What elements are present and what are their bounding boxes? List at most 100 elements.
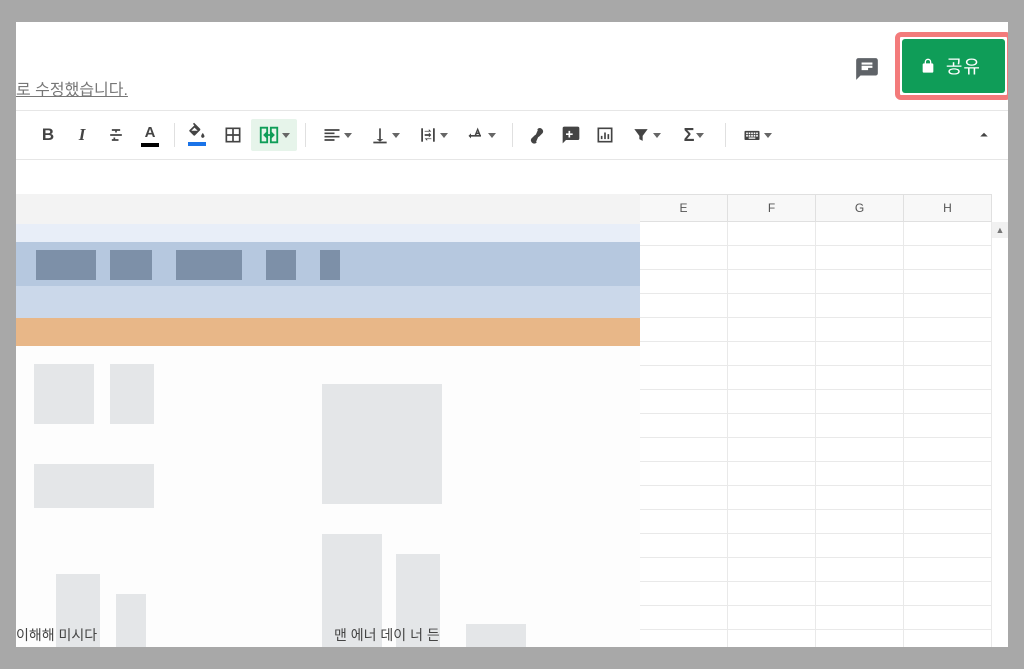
cell[interactable] bbox=[640, 414, 728, 438]
cell[interactable] bbox=[728, 438, 816, 462]
input-tools-button[interactable] bbox=[734, 119, 780, 151]
column-header[interactable]: G bbox=[816, 194, 904, 222]
cell[interactable] bbox=[728, 222, 816, 246]
cell[interactable] bbox=[728, 318, 816, 342]
cell[interactable] bbox=[728, 558, 816, 582]
insert-chart-button[interactable] bbox=[589, 119, 621, 151]
collapse-toolbar-button[interactable] bbox=[968, 111, 1000, 159]
cell[interactable] bbox=[728, 270, 816, 294]
share-button[interactable]: 공유 bbox=[902, 39, 1005, 93]
functions-button[interactable]: Σ bbox=[671, 119, 717, 151]
cell[interactable] bbox=[640, 294, 728, 318]
cell[interactable] bbox=[816, 438, 904, 462]
cell[interactable] bbox=[816, 390, 904, 414]
cell[interactable] bbox=[640, 582, 728, 606]
cell[interactable] bbox=[640, 558, 728, 582]
cell[interactable] bbox=[640, 222, 728, 246]
cell[interactable] bbox=[640, 390, 728, 414]
cell[interactable] bbox=[728, 606, 816, 630]
cell[interactable] bbox=[728, 630, 816, 647]
cell[interactable] bbox=[640, 606, 728, 630]
cell[interactable] bbox=[904, 390, 992, 414]
chart-icon bbox=[595, 125, 615, 145]
filter-button[interactable] bbox=[623, 119, 669, 151]
cell[interactable] bbox=[904, 366, 992, 390]
v-align-button[interactable] bbox=[362, 119, 408, 151]
italic-button[interactable]: I bbox=[66, 119, 98, 151]
cell[interactable] bbox=[904, 222, 992, 246]
cell[interactable] bbox=[904, 486, 992, 510]
cell[interactable] bbox=[816, 366, 904, 390]
cell[interactable] bbox=[904, 558, 992, 582]
cell[interactable] bbox=[816, 534, 904, 558]
cell[interactable] bbox=[728, 462, 816, 486]
bold-button[interactable]: B bbox=[32, 119, 64, 151]
cell[interactable] bbox=[728, 366, 816, 390]
cell[interactable] bbox=[728, 414, 816, 438]
text-rotate-button[interactable] bbox=[458, 119, 504, 151]
cell[interactable] bbox=[904, 582, 992, 606]
cell[interactable] bbox=[728, 534, 816, 558]
cell[interactable] bbox=[640, 534, 728, 558]
comments-button[interactable] bbox=[852, 54, 882, 84]
cell[interactable] bbox=[904, 246, 992, 270]
column-header[interactable]: E bbox=[640, 194, 728, 222]
cell[interactable] bbox=[816, 246, 904, 270]
cell[interactable] bbox=[640, 630, 728, 647]
cell[interactable] bbox=[728, 486, 816, 510]
cell[interactable] bbox=[904, 630, 992, 647]
cell[interactable] bbox=[728, 246, 816, 270]
h-align-button[interactable] bbox=[314, 119, 360, 151]
cell[interactable] bbox=[816, 318, 904, 342]
merge-cells-button[interactable] bbox=[251, 119, 297, 151]
cell[interactable] bbox=[816, 630, 904, 647]
cell[interactable] bbox=[816, 582, 904, 606]
cell[interactable] bbox=[904, 606, 992, 630]
cell[interactable] bbox=[816, 270, 904, 294]
insert-comment-button[interactable] bbox=[555, 119, 587, 151]
cell[interactable] bbox=[640, 246, 728, 270]
cell[interactable] bbox=[640, 318, 728, 342]
column-header[interactable]: H bbox=[904, 194, 992, 222]
cell[interactable] bbox=[816, 462, 904, 486]
cell[interactable] bbox=[640, 486, 728, 510]
cell[interactable] bbox=[728, 342, 816, 366]
last-edit-status[interactable]: 로 수정했습니다. bbox=[16, 76, 128, 100]
cell[interactable] bbox=[904, 294, 992, 318]
scroll-up-arrow[interactable]: ▲ bbox=[992, 222, 1008, 238]
strikethrough-button[interactable] bbox=[100, 119, 132, 151]
cell[interactable] bbox=[816, 486, 904, 510]
cell[interactable] bbox=[640, 342, 728, 366]
cell[interactable] bbox=[728, 390, 816, 414]
cell[interactable] bbox=[816, 414, 904, 438]
cell[interactable] bbox=[816, 222, 904, 246]
cell[interactable] bbox=[816, 606, 904, 630]
cell[interactable] bbox=[816, 294, 904, 318]
spreadsheet-area: EFGH ▲ 이해해 미시다 맨 에너 데이 너 든 bbox=[16, 160, 1008, 647]
cell[interactable] bbox=[816, 558, 904, 582]
borders-button[interactable] bbox=[217, 119, 249, 151]
cell[interactable] bbox=[904, 414, 992, 438]
fill-color-button[interactable] bbox=[183, 119, 215, 151]
text-color-button[interactable]: A bbox=[134, 119, 166, 151]
cell[interactable] bbox=[816, 510, 904, 534]
cell[interactable] bbox=[904, 270, 992, 294]
cell[interactable] bbox=[640, 438, 728, 462]
cell[interactable] bbox=[728, 510, 816, 534]
cell[interactable] bbox=[904, 462, 992, 486]
cell[interactable] bbox=[640, 510, 728, 534]
cell[interactable] bbox=[904, 438, 992, 462]
cell[interactable] bbox=[904, 342, 992, 366]
cell[interactable] bbox=[640, 270, 728, 294]
cell[interactable] bbox=[640, 462, 728, 486]
cell[interactable] bbox=[816, 342, 904, 366]
cell[interactable] bbox=[904, 510, 992, 534]
text-wrap-button[interactable] bbox=[410, 119, 456, 151]
cell[interactable] bbox=[904, 534, 992, 558]
insert-link-button[interactable] bbox=[521, 119, 553, 151]
cell[interactable] bbox=[904, 318, 992, 342]
cell[interactable] bbox=[728, 582, 816, 606]
cell[interactable] bbox=[728, 294, 816, 318]
cell[interactable] bbox=[640, 366, 728, 390]
column-header[interactable]: F bbox=[728, 194, 816, 222]
